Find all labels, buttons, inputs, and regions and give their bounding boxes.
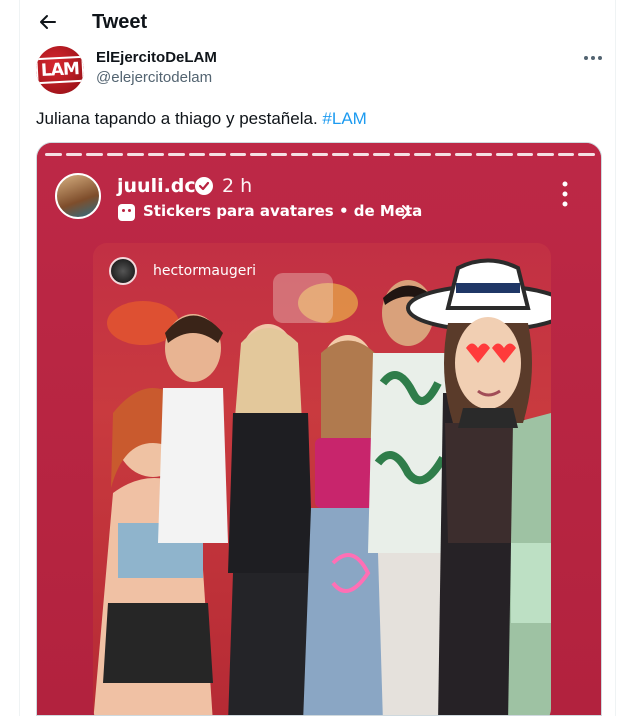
story-timestamp: 2 h xyxy=(222,175,253,197)
story-menu-icon[interactable] xyxy=(560,179,570,209)
person-2 xyxy=(158,314,228,543)
more-horizontal-icon xyxy=(584,56,602,60)
arrow-left-icon xyxy=(40,15,56,29)
photo-avatar xyxy=(109,257,137,285)
tweet-body: Juliana tapando a thiago y pestañela. xyxy=(36,109,318,128)
verified-badge-icon xyxy=(195,177,213,195)
hashtag-link[interactable]: #LAM xyxy=(322,109,366,128)
author-handle[interactable]: @elejercitodelam xyxy=(96,69,212,86)
sticker-attribution[interactable]: Stickers para avatares • de Meta xyxy=(143,202,422,220)
tweet-text: Juliana tapando a thiago y pestañela. #L… xyxy=(36,109,367,129)
story-progress-bar xyxy=(45,153,595,157)
story-photo: hectormaugeri xyxy=(93,243,551,715)
story-username[interactable]: juuli.dc xyxy=(117,175,196,197)
photo-username: hectormaugeri xyxy=(153,263,256,279)
page-title: Tweet xyxy=(92,10,148,33)
tweet-media[interactable]: juuli.dc 2 h Stickers para avatares • de… xyxy=(36,142,602,716)
person-3 xyxy=(228,324,318,715)
tweet-header: Tweet xyxy=(20,0,615,44)
sticker-icon xyxy=(118,204,135,221)
author-avatar[interactable]: LAM xyxy=(36,46,84,94)
right-divider xyxy=(615,0,616,716)
more-options-button[interactable] xyxy=(578,48,608,68)
story-avatar[interactable] xyxy=(55,173,101,219)
chevron-right-icon[interactable] xyxy=(399,203,413,221)
avatar-logo: LAM xyxy=(36,55,84,85)
person-7 xyxy=(508,413,551,715)
left-divider xyxy=(19,0,20,716)
author-display-name[interactable]: ElEjercitoDeLAM xyxy=(96,49,217,66)
group-photo xyxy=(93,258,551,715)
back-button[interactable] xyxy=(30,4,66,40)
